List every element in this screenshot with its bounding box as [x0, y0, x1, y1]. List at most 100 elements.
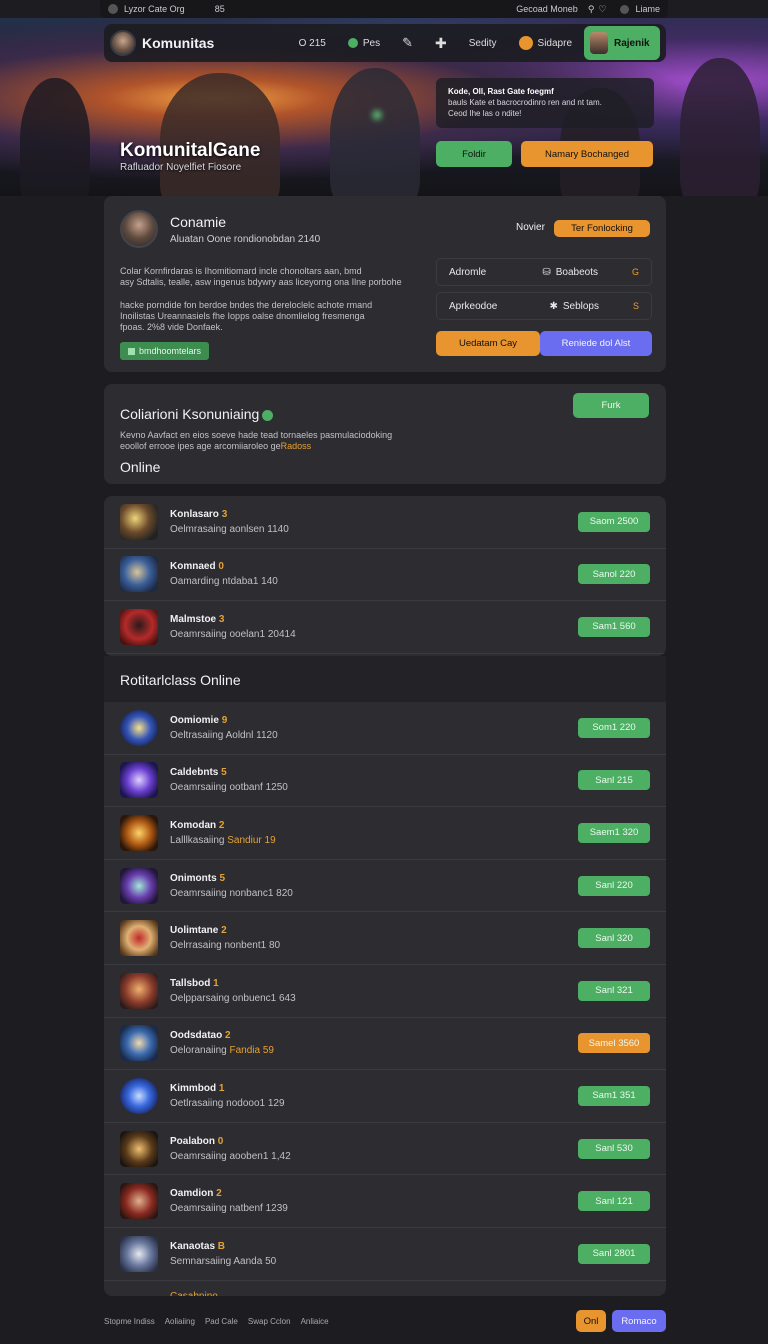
list-item[interactable]: Komnaed 0 Oamarding ntdaba1 140 Sanol 220 — [104, 549, 666, 602]
join-server-button[interactable]: Sanl 530 — [578, 1138, 650, 1159]
top-right-user[interactable]: Liame — [635, 4, 660, 14]
join-server-button[interactable]: Samel 3560 — [578, 1033, 650, 1054]
brand-title[interactable]: Komunitas — [142, 35, 214, 51]
item-text: Oomiomie 9 Oeltrasaiing Aoldnl 1120 — [170, 715, 278, 741]
item-text: Tallsbod 1 Oelpparsaing onbuenc1 643 — [170, 978, 296, 1004]
item-subtitle-text: Oeamrsaiing natbenf 1239 — [170, 1203, 288, 1215]
profile-tag[interactable]: bmdhoomtelars — [120, 342, 210, 360]
stat-badge: S — [632, 301, 639, 311]
join-server-button[interactable]: Saem1 320 — [578, 822, 650, 843]
join-server-button[interactable]: Sanl 2801 — [578, 1243, 650, 1264]
list-item[interactable]: Oamdion 2 Oeamrsaiing natbenf 1239 Sanl 12… — [104, 1175, 666, 1228]
item-subtitle: Oeamrsaiing ootbanf 1250 — [170, 782, 288, 793]
item-level: 2 — [216, 1188, 222, 1200]
list-item[interactable]: Kimmbod 1 Oetlrasaiing nodooo1 129 Sam1 35… — [104, 1070, 666, 1123]
item-name-text: Poalabon — [170, 1135, 216, 1147]
item-subtitle: Oelpparsaing onbuenc1 643 — [170, 993, 296, 1004]
join-server-button[interactable]: Som1 220 — [578, 717, 650, 738]
profile-panel: Conamie Aluatan Oone rondionobdan 2140 C… — [104, 196, 666, 372]
list-item[interactable]: Komodan 2 Lalllkasaiing Sandiur 19 Saem1 3… — [104, 807, 666, 860]
list-item[interactable]: Oomiomie 9 Oeltrasaiing Aoldnl 1120 Som1 2… — [104, 702, 666, 755]
top-status-strip: Lyzor Cate Org 85 Gecoad Moneb ⚲ ♡ Liame — [100, 0, 668, 18]
game-thumbnail — [120, 1130, 158, 1167]
footer-link[interactable]: Anliaice — [301, 1317, 329, 1326]
list-item[interactable]: Onimonts 5 Oeamrsaiing nonbanc1 820 Sanl 2… — [104, 860, 666, 913]
collab-button[interactable]: Furk — [573, 393, 649, 418]
item-level: 5 — [219, 872, 226, 884]
footer-link[interactable]: Pad Cale — [205, 1317, 238, 1326]
community-avatar[interactable] — [110, 30, 136, 56]
add-icon[interactable]: ✚ — [435, 35, 447, 52]
settings-nav[interactable]: Sedity — [469, 38, 497, 49]
stat-row[interactable]: Adromle ⛁ Boabeots G — [436, 258, 652, 286]
stat-row[interactable]: Aprkeodoe ✱ Seblops S — [436, 292, 652, 320]
user-icon[interactable] — [620, 4, 630, 14]
list-item[interactable]: Oodsdatao 2 Oeloranaiing Fandia 59 Samel 3… — [104, 1018, 666, 1071]
list-item[interactable]: Uolimtane 2 Oelrrasaing nonbent1 80 Sanl 3… — [104, 912, 666, 965]
join-server-button[interactable]: Sanl 215 — [578, 770, 650, 791]
partial-list-item[interactable]: Casabnino — [104, 1281, 666, 1296]
item-name: Kimmbod 1 — [170, 1083, 285, 1094]
item-name-text: Tallsbod — [170, 977, 211, 989]
notice-title: Kode, Oll, Rast Gate foegmf — [448, 87, 554, 96]
footer-button-2[interactable]: Romaco — [612, 1310, 666, 1332]
item-subtitle: Oeamrsaiing ooelan1 20414 — [170, 629, 296, 640]
list-item[interactable]: Caldebnts 5 Oeamrsaiing ootbanf 1250 Sanl … — [104, 755, 666, 808]
game-thumbnail — [120, 556, 158, 593]
footer-button-1[interactable]: Onl — [576, 1310, 606, 1332]
top-right-text: Gecoad Moneb — [516, 4, 578, 14]
item-name-text: Uolimtane — [170, 925, 219, 937]
footer-link[interactable]: Swap Cclon — [248, 1317, 291, 1326]
language-nav[interactable]: Sidapre — [518, 36, 572, 50]
heart-icon[interactable]: ♡ — [598, 4, 606, 15]
join-server-button[interactable]: Sanl 220 — [578, 875, 650, 896]
join-server-button[interactable]: Sam1 351 — [578, 1085, 650, 1106]
back-icon[interactable] — [108, 4, 118, 14]
profile-avatar — [120, 210, 158, 248]
edit-icon[interactable]: ✎ — [402, 35, 413, 51]
item-name-text: Konlasaro — [170, 508, 219, 520]
update-button[interactable]: Uedatam Cay — [436, 331, 540, 356]
member-counter[interactable]: O 215 — [299, 38, 326, 49]
location-icon[interactable]: ⚲ — [588, 4, 595, 15]
footer-link[interactable]: Aoliaiing — [165, 1317, 195, 1326]
role-button[interactable]: Ter Fonlocking — [554, 220, 650, 237]
list-item[interactable]: Malmstoe 3 Oeamrsaiing ooelan1 20414 Sam1 … — [104, 601, 666, 654]
join-server-button[interactable]: Sanl 121 — [578, 1191, 650, 1212]
item-name-text: Onimonts — [170, 872, 217, 884]
item-subtitle-text: Oeltrasaiing Aoldnl 1120 — [170, 729, 278, 741]
join-server-button[interactable]: Sanol 220 — [578, 564, 650, 585]
follow-button[interactable]: Foldir — [436, 141, 512, 167]
item-level: 3 — [218, 613, 225, 625]
footer-link[interactable]: Stopme Indiss — [104, 1317, 155, 1326]
join-server-button[interactable]: Sanl 321 — [578, 980, 650, 1001]
join-server-button[interactable]: Sam1 560 — [578, 616, 650, 637]
item-subtitle: Oeltrasaiing Aoldnl 1120 — [170, 730, 278, 741]
join-button[interactable]: Namary Bochanged — [521, 141, 653, 167]
join-server-button[interactable]: Saom 2500 — [578, 511, 650, 532]
item-name: Konlasaro 3 — [170, 509, 289, 520]
chat-nav[interactable]: Pes — [347, 38, 380, 49]
globe-icon — [518, 36, 533, 50]
collab-description: Kevno Aavfact en eios soeve hade tead to… — [120, 430, 393, 451]
item-level: 1 — [213, 977, 219, 989]
item-text: Kimmbod 1 Oetlrasaiing nodooo1 129 — [170, 1083, 285, 1109]
join-server-button[interactable]: Sanl 320 — [578, 928, 650, 949]
list-item[interactable]: Kanaotas B Semnarsaiing Aanda 50 Sanl 2801 — [104, 1228, 666, 1281]
notice-line: bauls Kate et bacrocrodinro ren and nt t… — [448, 98, 602, 107]
user-profile-button[interactable]: Rajenik — [584, 26, 660, 60]
item-subtitle-text: Oeamrsaiing ooelan1 20414 — [170, 628, 296, 640]
top-left-text: Lyzor Cate Org — [124, 4, 185, 14]
item-name: Oamdion 2 — [170, 1188, 288, 1199]
game-thumbnail — [120, 1235, 158, 1272]
list-item[interactable]: Poalabon 0 Oeamrsaiing aooben1 1,42 Sanl 5… — [104, 1123, 666, 1176]
item-name-text: Oamdion — [170, 1188, 214, 1200]
list-item[interactable]: Tallsbod 1 Oelpparsaing onbuenc1 643 Sanl … — [104, 965, 666, 1018]
read-button[interactable]: Reniede dol Alst — [540, 331, 652, 356]
item-subtitle-text: Oetlrasaiing nodooo1 129 — [170, 1097, 285, 1109]
list-item[interactable]: Konlasaro 3 Oelmrasaing aonlsen 1140 Saom … — [104, 496, 666, 549]
gear-icon: ✱ — [549, 300, 558, 312]
item-text: Komodan 2 Lalllkasaiing Sandiur 19 — [170, 820, 276, 846]
item-name-text: Kimmbod — [170, 1082, 217, 1094]
item-name: Caldebnts 5 — [170, 767, 288, 778]
